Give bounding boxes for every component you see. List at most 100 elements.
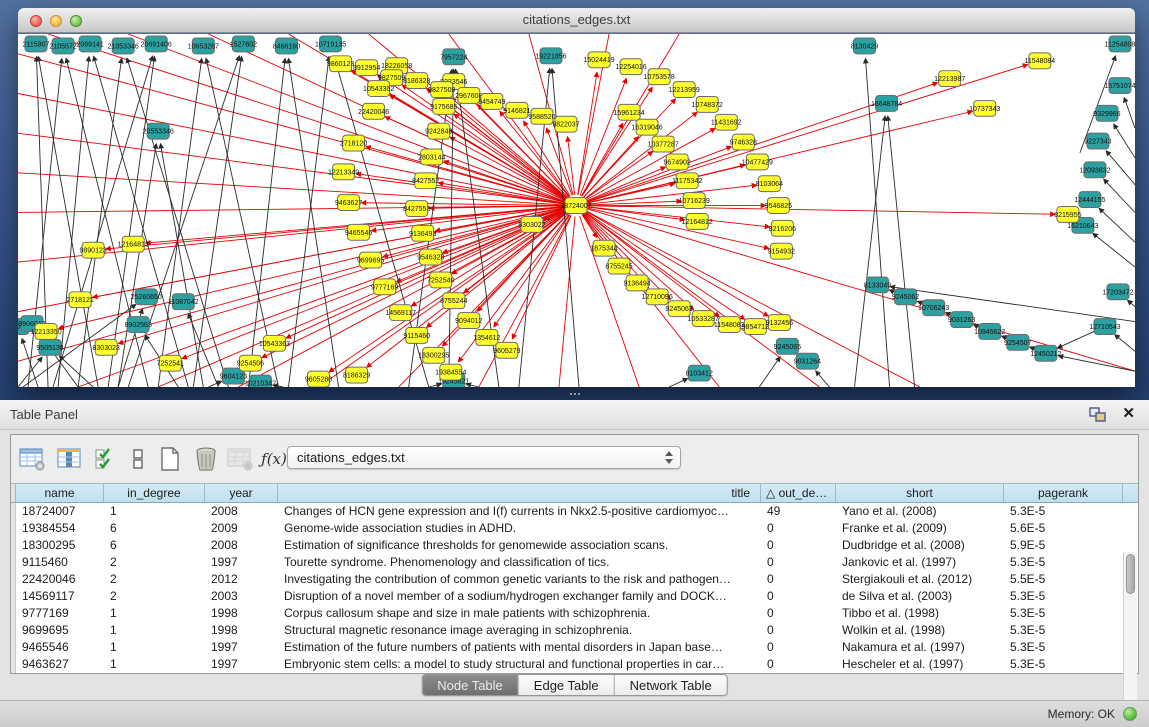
network-node[interactable]: 11548083	[714, 317, 745, 333]
minimize-window-icon[interactable]	[50, 15, 62, 27]
network-node[interactable]: 2115907	[23, 36, 50, 52]
zoom-window-icon[interactable]	[70, 15, 82, 27]
network-node[interactable]: 1875344	[590, 240, 617, 256]
select-rows-icon[interactable]	[91, 444, 121, 474]
network-node[interactable]: 9822037	[552, 116, 579, 132]
network-node[interactable]: 8216206	[769, 220, 796, 236]
network-node[interactable]: 11087042	[168, 294, 199, 310]
network-node[interactable]: 12093832	[1079, 162, 1110, 178]
network-node[interactable]: 12164812	[682, 213, 713, 229]
close-window-icon[interactable]	[30, 15, 42, 27]
show-columns-icon[interactable]	[55, 444, 85, 474]
table-selector-dropdown[interactable]: citations_edges.txt	[287, 446, 681, 469]
network-node[interactable]: 9605280	[305, 371, 332, 387]
network-node[interactable]: 9465546	[345, 224, 372, 240]
cell-name[interactable]: 14569117	[16, 588, 104, 605]
cell-title[interactable]: Genome-wide association studies in ADHD.	[278, 520, 761, 537]
network-node[interactable]: 9777169	[371, 279, 398, 295]
network-node[interactable]: 9254507	[1004, 334, 1031, 350]
network-node[interactable]: 21053346	[108, 38, 139, 54]
cell-title[interactable]: Embryonic stem cells: a model to study s…	[278, 656, 761, 673]
network-node[interactable]: 20691406	[141, 36, 172, 52]
network-node[interactable]: 1527602	[230, 36, 257, 52]
cell-year[interactable]: 1997	[205, 554, 278, 571]
cell-in[interactable]: 1	[104, 639, 205, 656]
cell-name[interactable]: 9465546	[16, 639, 104, 656]
table-row[interactable]: 1456911722003Disruption of a novel membe…	[11, 588, 1138, 605]
network-node[interactable]: 8133049	[864, 277, 891, 293]
table-mode-icon[interactable]	[17, 444, 47, 474]
cell-short[interactable]: Hescheler et al. (1997)	[836, 656, 1004, 673]
network-node[interactable]: 12213987	[934, 71, 965, 87]
network-node[interactable]: 10477429	[742, 154, 773, 170]
network-node[interactable]: 7957224	[440, 49, 467, 65]
network-node[interactable]: 9505138	[36, 339, 63, 355]
cell-in[interactable]: 2	[104, 554, 205, 571]
cell-short[interactable]: Franke et al. (2009)	[836, 520, 1004, 537]
cell-year[interactable]: 2008	[205, 503, 278, 520]
cell-year[interactable]: 1997	[205, 656, 278, 673]
cell-short[interactable]: de Silva et al. (2003)	[836, 588, 1004, 605]
cell-page[interactable]: 5.3E-5	[1004, 622, 1123, 639]
network-node[interactable]: 17203472	[1102, 284, 1133, 300]
cell-out[interactable]: 0	[761, 554, 836, 571]
row-height-icon[interactable]	[123, 444, 153, 474]
network-node[interactable]: 10719135	[315, 36, 346, 52]
table-row[interactable]: 977716911998Corpus callosum shape and si…	[11, 605, 1138, 622]
cell-name[interactable]: 22420046	[16, 571, 104, 588]
network-node[interactable]: 16319046	[632, 119, 663, 135]
cell-title[interactable]: Corpus callosum shape and size in male p…	[278, 605, 761, 622]
cell-name[interactable]: 9115460	[16, 554, 104, 571]
cell-title[interactable]: Estimation of significance thresholds fo…	[278, 537, 761, 554]
network-node[interactable]: 9245065	[774, 338, 801, 354]
network-node[interactable]: 9329966	[1093, 105, 1120, 121]
network-node[interactable]: 12213349	[328, 164, 359, 180]
cell-in[interactable]: 1	[104, 622, 205, 639]
network-node[interactable]: 8466160	[273, 38, 300, 54]
network-node[interactable]: 9094012	[455, 313, 482, 329]
cell-title[interactable]: Tourette syndrome. Phenomenology and cla…	[278, 554, 761, 571]
cell-page[interactable]: 5.3E-5	[1004, 503, 1123, 520]
network-view-canvas[interactable]: 2115907210557220691412105334620691406106…	[18, 34, 1135, 387]
cell-page[interactable]: 5.3E-5	[1004, 588, 1123, 605]
network-node[interactable]: 9605279	[493, 342, 520, 358]
network-node[interactable]: 9227343	[1084, 133, 1111, 149]
table-row[interactable]: 946362711997Embryonic stem cells: a mode…	[11, 656, 1138, 673]
network-node[interactable]: 10737343	[969, 100, 1000, 116]
network-node[interactable]: 8103064	[756, 176, 783, 192]
network-node[interactable]: 9175685	[430, 98, 457, 114]
network-node[interactable]: 8755244	[440, 293, 467, 309]
cell-in[interactable]: 6	[104, 520, 205, 537]
cell-short[interactable]: Wolkin et al. (1998)	[836, 622, 1004, 639]
table-row[interactable]: 946554611997Estimation of the future num…	[11, 639, 1138, 656]
cell-name[interactable]: 18724007	[16, 503, 104, 520]
cell-in[interactable]: 1	[104, 656, 205, 673]
cell-year[interactable]: 1998	[205, 605, 278, 622]
cell-out[interactable]: 0	[761, 656, 836, 673]
network-node[interactable]: 9674902	[664, 154, 691, 170]
network-node[interactable]: 9242848	[425, 123, 452, 139]
cell-title[interactable]: Estimation of the future numbers of pati…	[278, 639, 761, 656]
cell-in[interactable]: 1	[104, 605, 205, 622]
network-node[interactable]: 10377287	[648, 136, 679, 152]
network-node[interactable]: 22420046	[358, 103, 389, 119]
cell-year[interactable]: 2012	[205, 571, 278, 588]
network-window[interactable]: citations_edges.txt 21159072105572206914…	[18, 8, 1135, 387]
cell-out[interactable]: 0	[761, 622, 836, 639]
network-node[interactable]: 25260650	[131, 289, 162, 305]
tab-edge-table[interactable]: Edge Table	[518, 675, 614, 695]
cell-page[interactable]: 5.9E-5	[1004, 537, 1123, 554]
network-node[interactable]: 11548084	[1025, 53, 1056, 69]
network-node[interactable]: 19384554	[435, 364, 466, 380]
cell-short[interactable]: Dudbridge et al. (2008)	[836, 537, 1004, 554]
network-node[interactable]: 18724007	[560, 198, 591, 214]
table-row[interactable]: 911546021997Tourette syndrome. Phenomeno…	[11, 554, 1138, 571]
network-node[interactable]: 12254016	[616, 59, 647, 75]
network-node[interactable]: 15024419	[583, 52, 614, 68]
cell-page[interactable]: 5.6E-5	[1004, 520, 1123, 537]
cell-short[interactable]: Tibbo et al. (1998)	[836, 605, 1004, 622]
cell-name[interactable]: 9463627	[16, 656, 104, 673]
network-node[interactable]: 7252541	[157, 355, 184, 371]
network-node[interactable]: 8454749	[478, 93, 505, 109]
tab-network-table[interactable]: Network Table	[614, 675, 727, 695]
